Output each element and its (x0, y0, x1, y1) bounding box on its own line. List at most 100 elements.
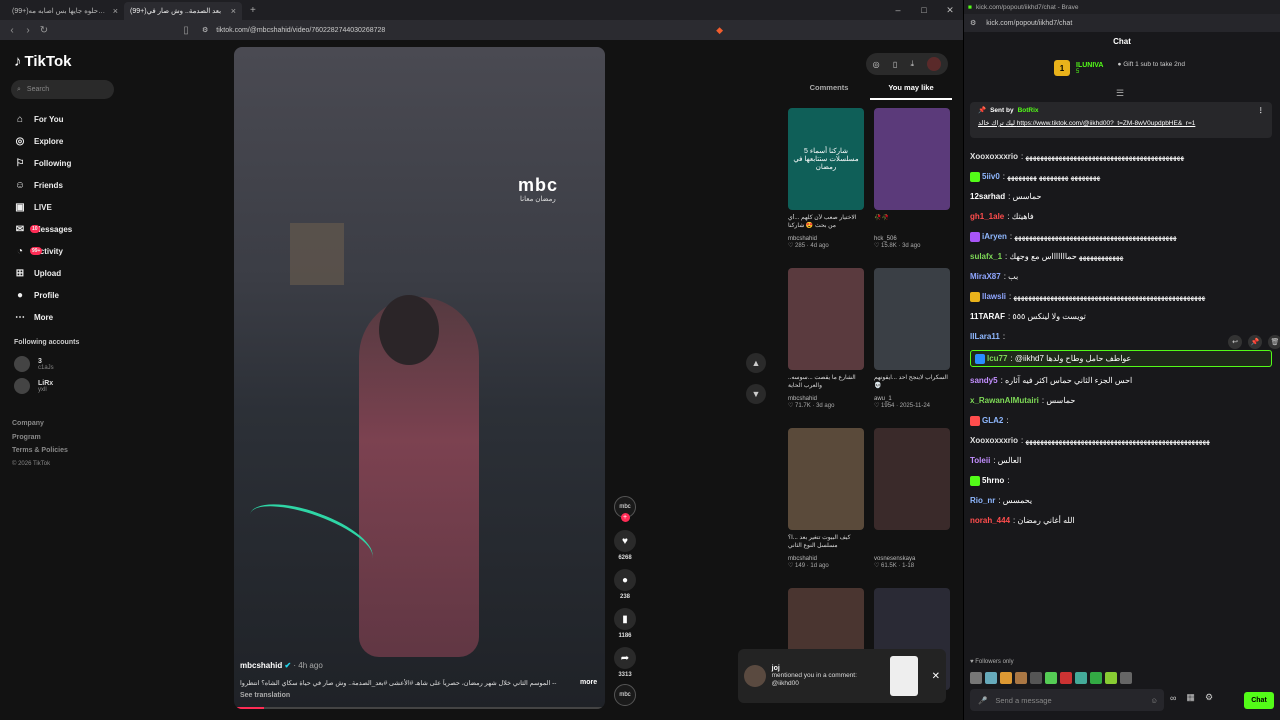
minimize-icon[interactable]: – (885, 5, 911, 16)
nav-item-profile[interactable]: ● Profile (14, 284, 124, 306)
video-card[interactable]: كيف البيوت تتغير بعد ...ا؟ مسلسل النوع ا… (788, 428, 864, 588)
chat-username[interactable]: sulafx_1 (970, 252, 1002, 261)
video-card[interactable]: السكراب لاينجح احد ...ايقونهم 💀 awu_1 ♡ 19… (874, 268, 950, 428)
video-thumbnail[interactable] (788, 428, 864, 530)
emote-icon[interactable] (1060, 672, 1072, 684)
music-disc[interactable]: mbc (614, 684, 636, 706)
chat-username[interactable]: gh1_1ale (970, 212, 1004, 221)
chat-message[interactable]: lcu77: @iikhd7 عواطف حامل وطاح ولدها (970, 350, 1272, 367)
video-card[interactable]: الشارع ما يقصت ...سوسه.. والعرب الحاية mb… (788, 268, 864, 428)
search-input[interactable]: ⌕ Search (11, 80, 114, 99)
chat-message[interactable]: Rio_nr: يحمسس (970, 494, 1272, 507)
video-player[interactable]: mbc رمضان معانا mbcshahid ✔ · 4h ago الم… (234, 47, 605, 709)
site-info-icon[interactable]: ⚙ (202, 26, 208, 34)
chat-message[interactable]: Xooxoxxxrio: ﻬﻬﻬﻬﻬﻬﻬﻬﻬﻬﻬﻬﻬﻬﻬﻬﻬﻬﻬﻬﻬﻬﻬﻬﻬﻬﻬ… (970, 434, 1272, 447)
chat-username[interactable]: iAryen (982, 232, 1007, 241)
infinity-icon[interactable]: ∞ (1170, 693, 1176, 703)
send-chat-button[interactable]: Chat (1244, 692, 1274, 709)
more-options-icon[interactable]: ⋮ (1258, 106, 1265, 114)
chat-username[interactable]: Rio_nr (970, 496, 995, 505)
video-card[interactable]: vosnesenskaya ♡ 61.5K · 1-18 (874, 428, 950, 588)
chat-username[interactable]: 5iiv0 (982, 172, 1000, 181)
see-translation-link[interactable]: See translation (240, 692, 290, 699)
chat-username[interactable]: 5hrno (982, 476, 1004, 485)
chat-message[interactable]: sulafx_1: ﻬﻬﻬﻬﻬﻬﻬﻬﻬﻬﻬﻬ حماااااااس مع وجه… (970, 250, 1272, 263)
video-card[interactable]: 🥀🥀 hck_506 ♡ 15.8K · 3d ago (874, 108, 950, 268)
new-tab-button[interactable]: + (250, 5, 256, 16)
heart-button[interactable]: ♥ (614, 530, 636, 552)
video-thumbnail[interactable]: شاركنا أسماء 5 مسلسلات ستتابعها في رمضان (788, 108, 864, 210)
nav-item-for-you[interactable]: ⌂ For You (14, 108, 124, 130)
url-text[interactable]: tiktok.com/@mbcshahid/video/760228274403… (216, 27, 385, 34)
back-icon[interactable]: ‹ (4, 25, 20, 36)
emote-icon[interactable] (1045, 672, 1057, 684)
nav-item-live[interactable]: ▣ LIVE (14, 196, 124, 218)
emote-icon[interactable] (1030, 672, 1042, 684)
tab-you-may-like[interactable]: You may like (870, 80, 952, 100)
chat-input[interactable]: 🎤 Send a message ☺ (970, 689, 1164, 711)
close-icon[interactable]: × (113, 6, 118, 16)
footer-link-program[interactable]: Program (12, 431, 68, 445)
tab-comments[interactable]: Comments (788, 80, 870, 100)
nav-item-messages[interactable]: ✉ Messages 10 (14, 218, 124, 240)
pinned-message[interactable]: 📌 Sent by BotRix ⋮ ليك تراك خالد https:/… (970, 102, 1272, 138)
pin-icon[interactable]: 📌 (1248, 335, 1262, 349)
footer-link-terms[interactable]: Terms & Policies (12, 444, 68, 458)
browser-tab-2[interactable]: (99+)بعد الصدمة.. وش صار في × (124, 2, 242, 20)
maximize-icon[interactable]: □ (911, 5, 937, 16)
chat-message[interactable]: 5hrno: (970, 474, 1272, 487)
chat-message[interactable]: Toleii: العالس (970, 454, 1272, 467)
emoji-icon[interactable]: ☺ (1150, 696, 1158, 705)
nav-item-explore[interactable]: ◎ Explore (14, 130, 124, 152)
follow-plus-icon[interactable]: + (620, 513, 630, 522)
caption-more-button[interactable]: more (580, 679, 597, 686)
prev-video-button[interactable]: ▲ (746, 353, 766, 373)
chat-message[interactable]: llawsli: ﻬﻬﻬﻬﻬﻬﻬﻬﻬﻬﻬﻬﻬﻬﻬﻬﻬﻬﻬﻬﻬﻬﻬﻬﻬﻬﻬﻬﻬﻬﻬ… (970, 290, 1272, 303)
chat-message[interactable]: Xooxoxxxrio: ﻬﻬﻬﻬﻬﻬﻬﻬﻬﻬﻬﻬﻬﻬﻬﻬﻬﻬﻬﻬﻬﻬﻬﻬﻬﻬﻬ… (970, 150, 1272, 163)
browser-tab-1[interactable]: (99+)والله انها حلوه جايها بس اصابه مه × (6, 2, 124, 20)
chat-message[interactable]: sandy5: احس الجزء الثاني حماس اكثر فيه آ… (970, 374, 1272, 387)
emote-icon[interactable] (1075, 672, 1087, 684)
nav-item-more[interactable]: ⋯ More (14, 306, 124, 328)
video-progress[interactable] (234, 707, 605, 709)
nav-item-following[interactable]: ⚐ Following (14, 152, 124, 174)
url-text[interactable]: kick.com/popout/iikhd7/chat (986, 20, 1072, 27)
chat-message[interactable]: GLA2: (970, 414, 1272, 427)
close-icon[interactable]: ✕ (932, 671, 940, 682)
video-thumbnail[interactable] (788, 268, 864, 370)
video-thumbnail[interactable] (874, 268, 950, 370)
reload-icon[interactable]: ↻ (36, 25, 52, 36)
nav-item-activity[interactable]: ◔ Activity 99+ (14, 240, 124, 262)
chat-message[interactable]: 12sarhad: حماسس (970, 190, 1272, 203)
settings-icon[interactable]: ⚙ (1205, 692, 1213, 703)
chat-username[interactable]: x_RawanAlMutairi (970, 396, 1039, 405)
close-window-icon[interactable]: ✕ (937, 5, 963, 16)
emote-icon[interactable] (1105, 672, 1117, 684)
bookmark-icon[interactable]: ▯ (178, 25, 194, 36)
chat-message[interactable]: norah_444: الله أغاني رمضان (970, 514, 1272, 527)
tiktok-logo[interactable]: ♪ TikTok (14, 53, 71, 70)
chat-username[interactable]: MiraX87 (970, 272, 1001, 281)
video-card[interactable]: شاركنا أسماء 5 مسلسلات ستتابعها في رمضان… (788, 108, 864, 268)
chat-username[interactable]: Xooxoxxxrio (970, 152, 1018, 161)
phone-icon[interactable]: ▯ (893, 60, 897, 69)
account-item[interactable]: 3 c1aJs (14, 356, 54, 372)
chat-username[interactable]: lcu77 (987, 354, 1007, 363)
chat-message[interactable]: x_RawanAlMutairi: حماسس (970, 394, 1272, 407)
chat-username[interactable]: Toleii (970, 456, 990, 465)
delete-icon[interactable]: 🗑 (1268, 335, 1280, 349)
next-video-button[interactable]: ▼ (746, 384, 766, 404)
video-thumbnail[interactable] (874, 108, 950, 210)
pinned-link[interactable]: https://www.tiktok.com/@iikhd00?_t=ZM-8w… (1017, 120, 1196, 127)
chat-message[interactable]: 5iiv0: ﻬﻬﻬﻬﻬﻬﻬﻬ ﻬﻬﻬﻬﻬﻬﻬﻬ ﻬﻬﻬﻬﻬﻬﻬﻬ (970, 170, 1272, 183)
footer-link-company[interactable]: Company (12, 417, 68, 431)
nav-item-friends[interactable]: ☺ Friends (14, 174, 124, 196)
emote-icon[interactable] (1090, 672, 1102, 684)
chat-username[interactable]: 11TARAF (970, 312, 1005, 321)
chat-message[interactable]: iAryen: ﻬﻬﻬﻬﻬﻬﻬﻬﻬﻬﻬﻬﻬﻬﻬﻬﻬﻬﻬﻬﻬﻬﻬﻬﻬﻬﻬﻬﻬﻬﻬﻬ… (970, 230, 1272, 243)
emote-icon[interactable] (985, 672, 997, 684)
nav-item-upload[interactable]: ⊞ Upload (14, 262, 124, 284)
comment-button[interactable]: ● (614, 569, 636, 591)
gift-leaderboard[interactable]: 1 ILUNIVA 5 ● Gift 1 sub to take 2nd (1054, 58, 1185, 78)
video-thumbnail[interactable] (874, 428, 950, 530)
